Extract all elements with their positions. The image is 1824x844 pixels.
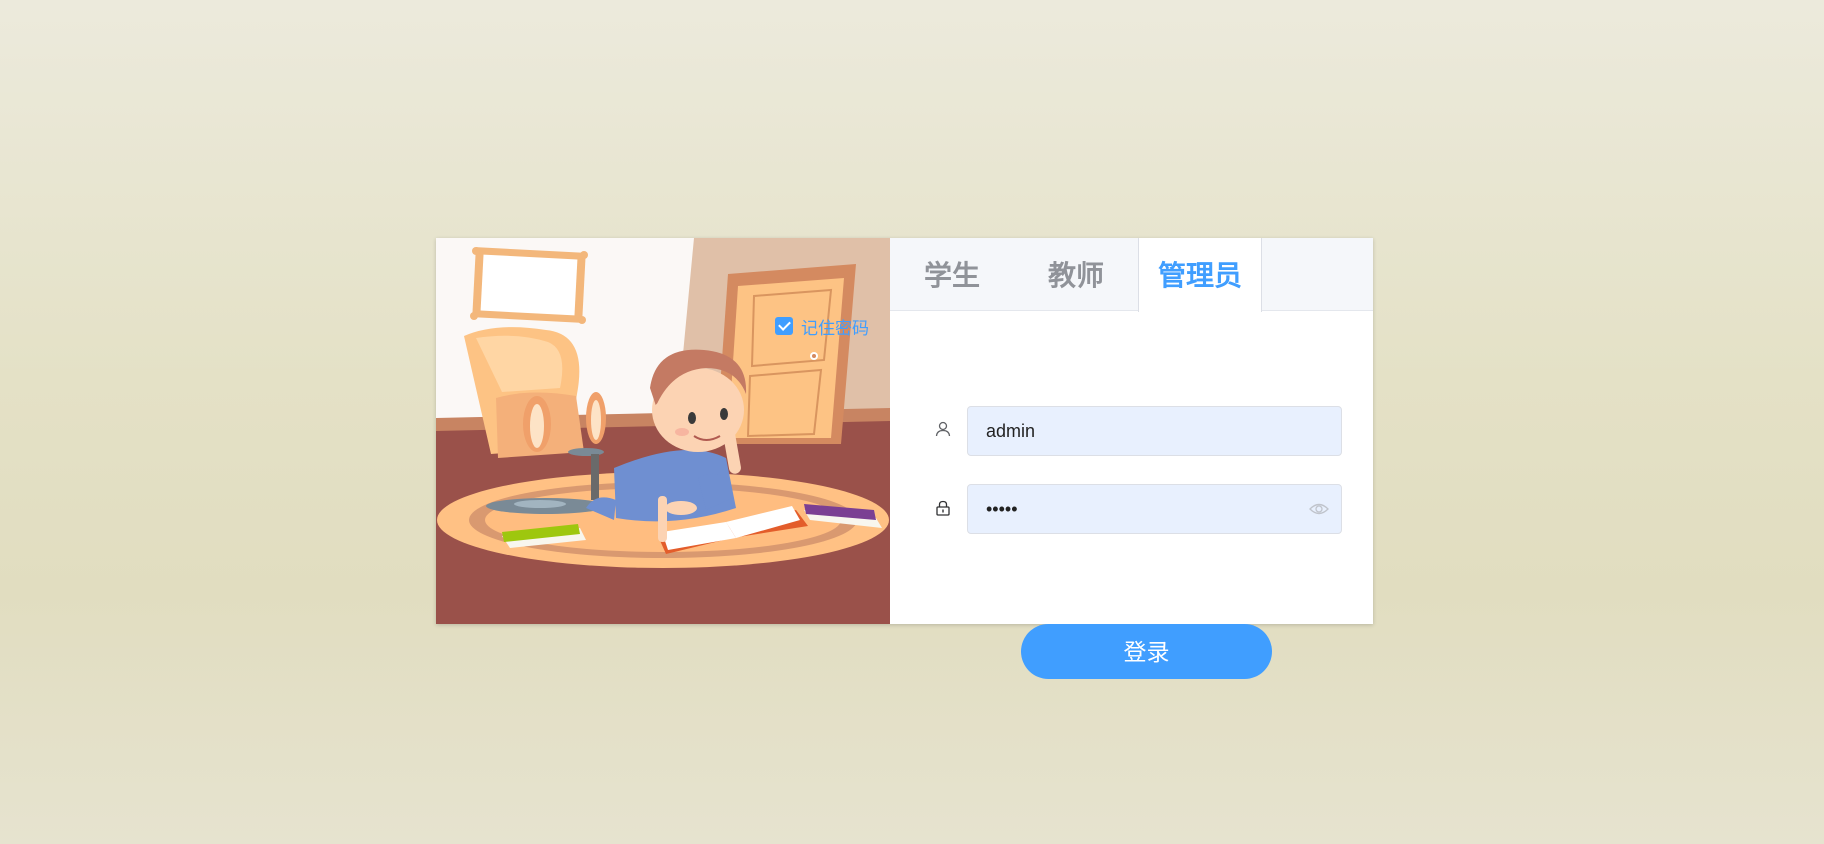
password-input[interactable] [986,485,1306,533]
eye-icon[interactable] [1309,501,1329,517]
remember-password-label: 记住密码 [801,318,869,339]
lock-icon [936,500,950,516]
tab-teacher[interactable]: 教师 [1014,238,1138,311]
login-button[interactable]: 登录 [1021,624,1272,679]
role-tabs: 学生 教师 管理员 [890,238,1373,312]
login-card: 学生 教师 管理员 [436,238,1373,624]
checkbox-checked-icon[interactable] [775,317,793,335]
username-input[interactable] [986,407,1306,455]
tab-admin[interactable]: 管理员 [1138,238,1262,312]
user-icon [935,421,951,437]
remember-password-checkbox[interactable]: 记住密码 [775,316,869,339]
login-panel: 学生 教师 管理员 [890,238,1373,624]
boy-reading-illustration [436,238,890,624]
tab-student[interactable]: 学生 [890,238,1014,311]
username-field [967,406,1342,456]
password-field [967,484,1342,534]
